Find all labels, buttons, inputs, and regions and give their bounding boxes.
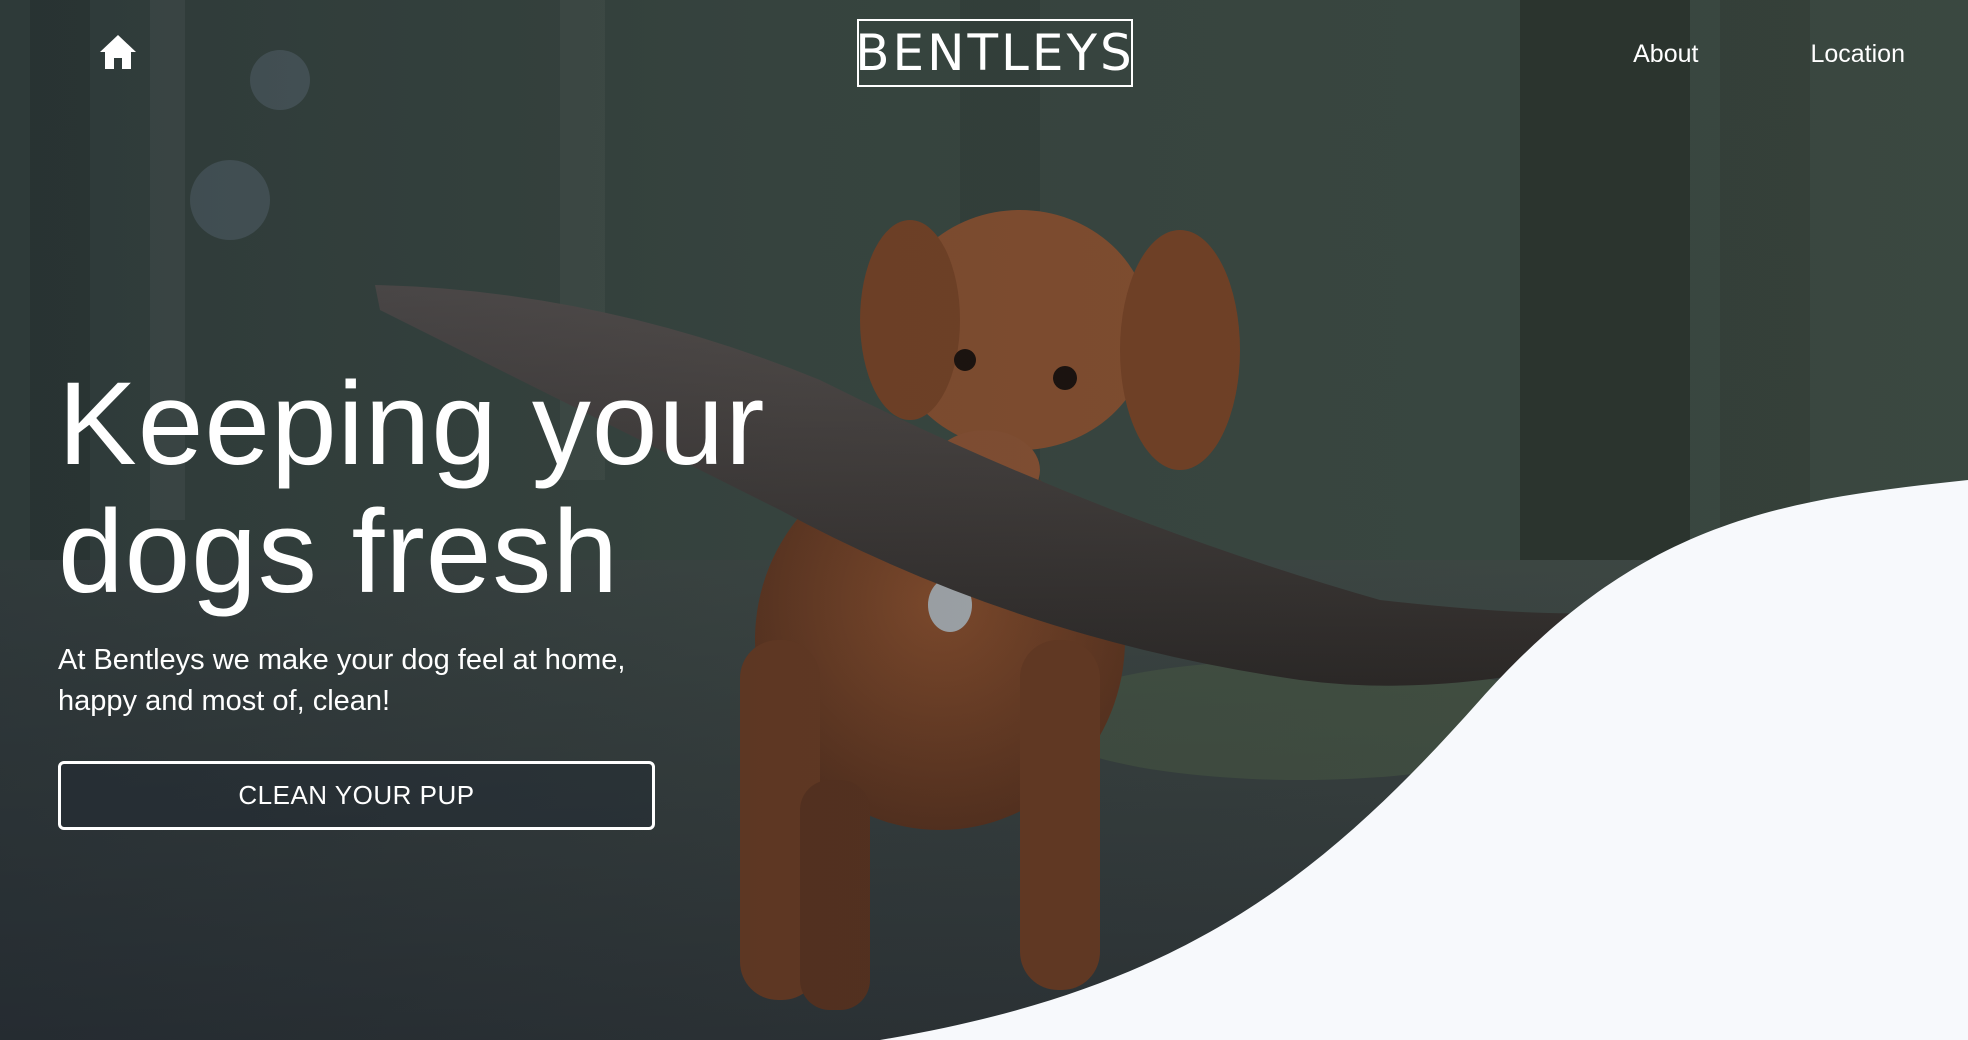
main-nav: About Location [1633, 40, 1905, 69]
nav-link-location[interactable]: Location [1810, 40, 1905, 69]
clean-your-pup-button[interactable]: CLEAN YOUR PUP [58, 761, 655, 830]
home-icon [100, 35, 136, 69]
hero-headline: Keeping your dogs fresh [58, 360, 778, 616]
brand-logo[interactable]: BENTLEYS [855, 19, 1133, 87]
nav-link-about[interactable]: About [1633, 40, 1698, 69]
hero-section: BENTLEYS About Location Keeping your dog… [0, 0, 1968, 1040]
hero-headline-line-2: dogs fresh [58, 486, 619, 618]
hero-headline-line-1: Keeping your [58, 358, 766, 490]
home-link[interactable] [96, 30, 140, 74]
hero-subtext: At Bentleys we make your dog feel at hom… [58, 644, 626, 717]
